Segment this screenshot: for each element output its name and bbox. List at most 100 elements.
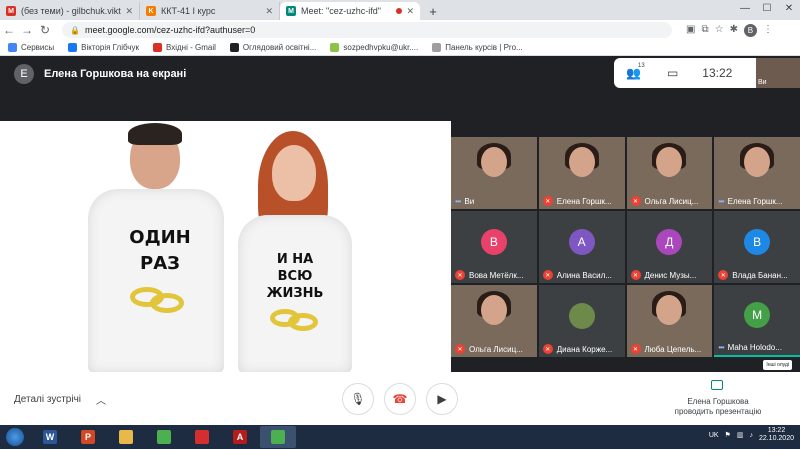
camera-button[interactable]: ▶ [426,383,458,415]
profile-avatar[interactable]: B [743,23,757,37]
facebook-icon [68,43,78,52]
tab-meet[interactable]: M Meet: "cez-uzhc-ifd" ✕ [280,2,420,20]
speaking-indicator-icon: ••• [718,343,724,352]
mic-muted-icon: ✕ [630,270,641,280]
participant-tile[interactable]: ••• Елена Горшк... [714,137,800,209]
back-icon[interactable]: ← [0,23,18,37]
present-screen-icon[interactable] [711,380,723,390]
apps-grid-icon [8,43,17,52]
language-indicator[interactable]: UK [709,432,719,439]
participant-tile[interactable]: ✕ Ольга Лисиц... [626,137,713,209]
microphone-button[interactable]: 🎙 [342,383,374,415]
leave-call-button[interactable]: ☎ [384,383,416,415]
participant-tile[interactable]: M ••• Maha Holodo... [714,285,800,357]
forward-icon[interactable]: → [18,23,36,37]
taskbar-app-explorer[interactable] [108,426,144,448]
maximize-icon[interactable]: ☐ [756,0,778,20]
presenting-status: Елена Горшкова проводить презентацію [660,397,776,418]
taskbar-app-opera[interactable] [184,426,220,448]
mic-muted-icon: ✕ [542,344,553,354]
bookmark-gmail[interactable]: Вхідні - Gmail [152,43,216,52]
participant-tile[interactable]: ✕ Елена Горшк... [538,137,625,209]
participant-name-row: ••• Maha Holodo... [714,343,800,352]
reload-icon[interactable]: ↻ [36,23,54,37]
participant-avatar: В [744,229,771,255]
participant-name: Ольга Лисиц... [469,344,523,354]
chrome-active-icon [271,430,285,444]
tab-title: Meet: "cez-uzhc-ifd" [301,6,381,16]
opera-icon [195,430,209,444]
participant-tile[interactable]: В ✕ Вова Метёлк... [451,211,537,283]
participant-tile[interactable]: ✕ Ольга Лисиц... [451,285,537,357]
man-shirt [88,189,224,373]
translate-icon[interactable]: ⧉ [701,24,708,37]
man-figure: ОДИН РАЗ [80,121,230,373]
bookmark-overview[interactable]: Оглядовий освітні... [229,43,316,52]
participant-name: Ольга Лисиц... [644,196,699,206]
extensions-icon[interactable]: ✱ [730,24,738,37]
site-icon [229,43,239,52]
participant-face [656,295,683,325]
participant-tile[interactable]: ••• Ви [451,137,537,209]
taskbar-app-acrobat[interactable]: A [222,426,258,448]
minimize-icon[interactable]: — [734,0,756,20]
bookmark-ukr-mail[interactable]: sozpedhvpku@ukr.... [330,43,418,52]
meeting-details-button[interactable]: Деталі зустрічі [14,394,81,405]
tab-gmail[interactable]: M (без теми) - gilbchuk.viktoria@gm ✕ [0,2,140,20]
woman-shirt-line-1: И НА [276,252,314,267]
flag-icon[interactable]: ⚑ [725,431,731,439]
woman-shirt-line-3: ЖИЗНЬ [266,286,324,301]
url-input[interactable]: 🔒 meet.google.com/cez-uzhc-ifd?authuser=… [62,22,672,38]
mic-muted-icon: ✕ [542,196,553,206]
url-text: meet.google.com/cez-uzhc-ifd?authuser=0 [84,25,256,35]
man-shirt-line-1: ОДИН [129,227,191,248]
participant-tile[interactable]: В ✕ Влада Банан... [714,211,800,283]
chevron-up-icon[interactable]: ︿ [96,392,106,407]
lock-icon: 🔒 [70,25,80,35]
chat-icon: ▭ [666,66,679,80]
participant-tile[interactable]: Д ✕ Денис Музы... [626,211,713,283]
acrobat-icon: A [233,430,247,444]
close-icon[interactable]: ✕ [125,6,133,17]
camera-icon[interactable]: ▣ [686,24,695,37]
tab-classroom[interactable]: K ККТ-41 І курс ✕ [140,2,280,20]
bookmark-facebook[interactable]: Вікторія Глібчук [68,43,139,52]
volume-icon[interactable]: ♪ [749,432,753,439]
recording-dot-icon [396,8,403,14]
windows-logo-icon [6,428,24,446]
menu-icon[interactable]: ⋮ [763,24,773,37]
participants-grid: ••• Ви ✕ Елена Горшк... ✕ Ольга Лисиц... ••• Ел… [451,137,800,357]
mic-muted-icon: ✕ [455,344,465,354]
woman-figure: И НА ВСЮ ЖИЗНЬ [230,131,360,373]
participant-name: Алина Васил... [556,270,612,280]
participant-avatar [568,303,595,329]
participant-avatar: А [568,229,595,255]
site-icon [432,43,442,52]
bookmark-courses[interactable]: Панель курсів | Pro... [432,43,523,52]
chat-button[interactable]: ▭ [667,66,678,80]
bookmark-star-icon[interactable]: ☆ [715,24,724,37]
more-participants-tag[interactable]: Інші олуді [763,360,792,370]
taskbar-app-chrome[interactable] [146,426,182,448]
participant-tile[interactable]: А ✕ Алина Васил... [538,211,625,283]
start-button[interactable] [0,426,30,448]
bookmark-services[interactable]: Сервисы [8,43,54,52]
mail-icon [330,43,340,52]
close-icon[interactable]: ✕ [265,6,273,17]
network-icon[interactable]: ▥ [737,431,744,439]
tab-title: (без теми) - gilbchuk.viktoria@gm [21,6,121,16]
taskbar-app-powerpoint[interactable]: P [70,426,106,448]
self-preview[interactable]: Ви [756,58,800,88]
taskbar-app-word[interactable]: W [32,426,68,448]
presenter-avatar: Е [14,64,34,84]
close-icon[interactable]: ✕ [406,6,414,17]
participants-button[interactable]: 👥 13 [626,63,645,80]
word-icon: W [43,430,57,444]
participant-face [744,147,771,177]
taskbar-app-chrome-active[interactable] [260,426,296,448]
close-window-icon[interactable]: ✕ [778,0,800,20]
participant-tile[interactable]: ✕ Диана Корже... [538,285,625,357]
new-tab-button[interactable]: + [424,2,442,20]
system-clock[interactable]: 13:22 22.10.2020 [759,427,794,444]
participant-tile[interactable]: ✕ Люба Цепель... [626,285,713,357]
